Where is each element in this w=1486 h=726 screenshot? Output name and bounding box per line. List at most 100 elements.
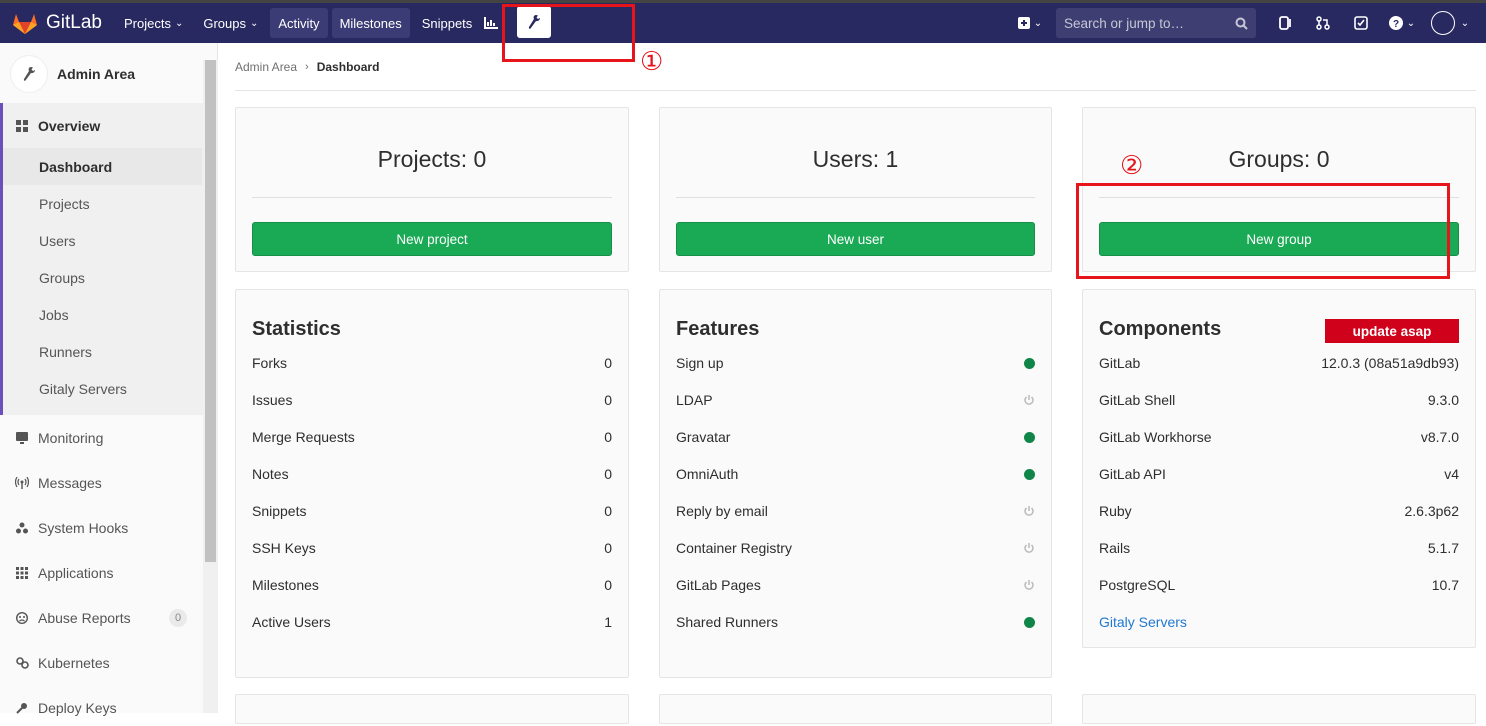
list-item: Snippets 0 xyxy=(252,501,612,521)
sidebar-item-messages[interactable]: Messages xyxy=(0,464,203,501)
help-dropdown[interactable]: ? ⌄ xyxy=(1384,8,1420,38)
component-version: 10.7 xyxy=(1431,577,1459,593)
stat-value: 1 xyxy=(604,614,612,630)
hook-icon xyxy=(15,521,29,535)
sidebar-header[interactable]: Admin Area xyxy=(10,55,135,93)
sidebar-item-applications[interactable]: Applications xyxy=(0,554,203,591)
list-item: SSH Keys 0 xyxy=(252,538,612,558)
stat-label: Active Users xyxy=(252,614,331,630)
list-item: Milestones 0 xyxy=(252,575,612,595)
features-title: Features xyxy=(676,318,760,340)
sidebar-item-jobs[interactable]: Jobs xyxy=(0,296,203,333)
sidebar-item-abuse-reports[interactable]: Abuse Reports 0 xyxy=(0,599,203,636)
sidebar-item-label: Monitoring xyxy=(38,429,104,446)
sidebar-item-label: Users xyxy=(39,232,76,249)
feature-label: Sign up xyxy=(676,355,724,371)
chevron-down-icon: ⌄ xyxy=(1033,17,1043,29)
search-input[interactable]: Search or jump to… xyxy=(1056,8,1256,38)
search-placeholder: Search or jump to… xyxy=(1064,15,1185,31)
list-item: Ruby 2.6.3p62 xyxy=(1099,501,1459,521)
projects-count-card: Projects: 0 New project xyxy=(235,107,629,272)
sidebar-item-system-hooks[interactable]: System Hooks xyxy=(0,509,203,546)
sidebar-scrollbar[interactable] xyxy=(203,60,218,713)
list-item: GitLab API v4 xyxy=(1099,464,1459,484)
nav-snippets[interactable]: Snippets xyxy=(414,8,481,38)
gitlab-logo[interactable]: GitLab xyxy=(12,11,116,35)
nav-projects[interactable]: Projects ⌄ xyxy=(116,8,191,38)
user-menu[interactable]: ⌄ xyxy=(1428,8,1472,38)
stat-label: Issues xyxy=(252,392,293,408)
monitor-icon xyxy=(15,431,29,445)
sidebar-item-label: Gitaly Servers xyxy=(39,380,127,397)
sidebar-item-groups[interactable]: Groups xyxy=(0,259,203,296)
question-icon: ? xyxy=(1388,16,1403,30)
components-card: Components update asap GitLab 12.0.3 (08a… xyxy=(1082,289,1476,648)
feature-label: Gravatar xyxy=(676,429,731,445)
list-item: Rails 5.1.7 xyxy=(1099,538,1459,558)
list-item: Gitaly Servers xyxy=(1099,612,1459,632)
power-off-icon xyxy=(1023,505,1035,517)
update-badge[interactable]: update asap xyxy=(1325,319,1459,343)
component-label: Rails xyxy=(1099,540,1131,556)
bottom-card-right xyxy=(1082,694,1476,724)
feature-label: LDAP xyxy=(676,392,713,408)
issues-icon[interactable] xyxy=(1270,8,1300,38)
list-item: Issues 0 xyxy=(252,390,612,410)
component-version: 2.6.3p62 xyxy=(1404,503,1460,519)
nav-activity[interactable]: Activity xyxy=(270,8,328,38)
stat-label: Snippets xyxy=(252,503,307,519)
nav-groups[interactable]: Groups ⌄ xyxy=(195,8,266,38)
sidebar-item-gitaly-servers[interactable]: Gitaly Servers xyxy=(0,370,203,407)
sidebar-item-label: Messages xyxy=(38,474,102,491)
feature-label: Container Registry xyxy=(676,540,792,556)
list-item: Gravatar xyxy=(676,427,1035,447)
users-count: Users: 1 xyxy=(812,146,899,172)
sidebar-item-label: Projects xyxy=(39,195,90,212)
stat-value: 0 xyxy=(604,355,612,371)
todos-icon[interactable] xyxy=(1346,8,1376,38)
sidebar-item-deploy-keys[interactable]: Deploy Keys xyxy=(0,689,203,726)
sidebar-item-overview[interactable]: Overview xyxy=(0,107,203,144)
sidebar-item-label: Groups xyxy=(39,269,85,286)
sidebar-item-users[interactable]: Users xyxy=(0,222,203,259)
annotation-marker-2: ② xyxy=(1120,150,1144,180)
merge-requests-icon[interactable] xyxy=(1308,8,1338,38)
breadcrumb-current[interactable]: Dashboard xyxy=(317,60,380,74)
gitaly-servers-link[interactable]: Gitaly Servers xyxy=(1099,614,1187,630)
sidebar-item-kubernetes[interactable]: Kubernetes xyxy=(0,644,203,681)
new-project-button[interactable]: New project xyxy=(252,222,612,256)
feature-label: GitLab Pages xyxy=(676,577,761,593)
power-off-icon xyxy=(1023,542,1035,554)
new-dropdown[interactable]: ⌄ xyxy=(1012,8,1048,38)
divider xyxy=(252,197,612,198)
stat-value: 0 xyxy=(604,577,612,593)
new-user-button[interactable]: New user xyxy=(676,222,1035,256)
bottom-card-left xyxy=(235,694,629,724)
nav-groups-label: Groups xyxy=(203,15,246,31)
stat-value: 0 xyxy=(604,540,612,556)
projects-count: Projects: 0 xyxy=(377,146,487,172)
top-navbar: GitLab Projects ⌄ Groups ⌄ Activity Milest… xyxy=(0,3,1486,43)
broadcast-icon xyxy=(15,476,29,490)
enabled-dot-icon xyxy=(1024,431,1035,443)
list-item: GitLab Workhorse v8.7.0 xyxy=(1099,427,1459,447)
sidebar-item-projects[interactable]: Projects xyxy=(0,185,203,222)
grid-icon xyxy=(15,119,29,133)
list-item: Merge Requests 0 xyxy=(252,427,612,447)
enabled-dot-icon xyxy=(1024,616,1035,628)
component-version: 12.0.3 (08a51a9db93) xyxy=(1321,355,1459,371)
chevron-right-icon: › xyxy=(305,61,309,73)
nav-milestones[interactable]: Milestones xyxy=(331,8,410,38)
chevron-down-icon: ⌄ xyxy=(174,17,184,29)
breadcrumb-parent[interactable]: Admin Area xyxy=(235,60,297,74)
list-item: Shared Runners xyxy=(676,612,1035,632)
sidebar-item-monitoring[interactable]: Monitoring xyxy=(0,419,203,456)
feature-label: Shared Runners xyxy=(676,614,778,630)
scrollbar-thumb[interactable] xyxy=(205,60,216,562)
sidebar-item-dashboard[interactable]: Dashboard xyxy=(3,148,202,185)
sidebar-item-label: Abuse Reports xyxy=(38,609,131,626)
annotation-box-admin xyxy=(502,4,635,62)
nav-activity-label: Activity xyxy=(278,15,320,31)
sidebar-item-runners[interactable]: Runners xyxy=(0,333,203,370)
avatar xyxy=(1430,11,1455,35)
